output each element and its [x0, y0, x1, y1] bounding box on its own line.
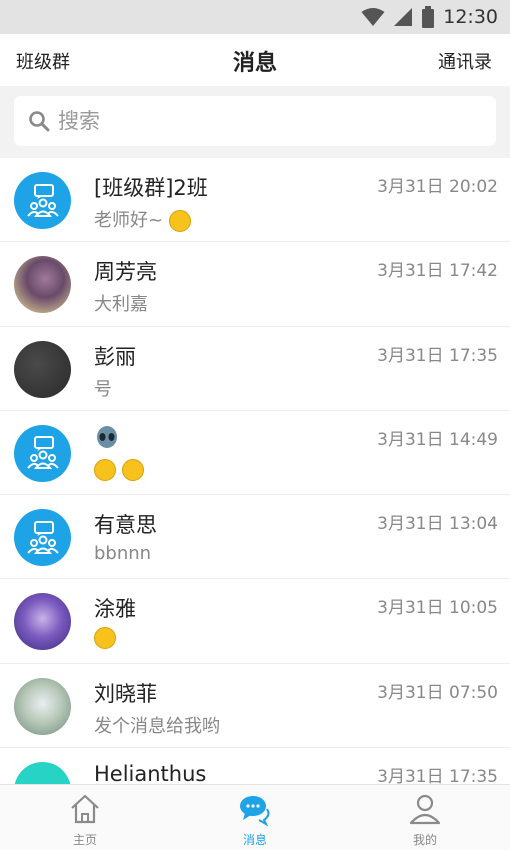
home-icon [71, 794, 99, 824]
conversation-time: 3月31日 13:04 [377, 514, 498, 535]
conversation-preview: bbnnn [94, 543, 152, 565]
group-avatar [14, 509, 71, 567]
conversation-preview: 发个消息给我哟 [94, 715, 220, 737]
grin-emoji-icon [168, 210, 191, 232]
tab-profile[interactable]: 我的 [340, 785, 510, 850]
cellular-signal-icon [394, 8, 413, 26]
battery-icon [422, 6, 435, 28]
conversation-item[interactable]: 刘晓菲 发个消息给我哟 3月31日 07:50 [0, 664, 510, 749]
conversation-name: 有意思 [94, 513, 157, 538]
conversation-preview: 老师好~ [94, 206, 191, 232]
group-chat-icon [26, 436, 59, 470]
search-input[interactable] [58, 109, 458, 133]
tab-profile-label: 我的 [412, 833, 437, 847]
search-area [0, 86, 510, 158]
dark-avatar [14, 340, 71, 398]
conversation-time: 3月31日 07:50 [377, 682, 498, 703]
conversation-item[interactable]: Helianthus 3月31日 17:35 [0, 748, 510, 784]
conversation-item[interactable]: 彭丽 号 3月31日 17:35 [0, 327, 510, 411]
contacts-link[interactable]: 通讯录 [438, 48, 492, 74]
photo-avatar [14, 256, 71, 314]
conversation-item[interactable]: 3月31日 14:49 [0, 411, 510, 496]
conversation-name [94, 425, 120, 451]
tab-messages[interactable]: 消息 [170, 785, 340, 850]
conversation-name: 周芳亮 [94, 260, 157, 285]
class-group-link[interactable]: 班级群 [16, 48, 70, 74]
page-title: 消息 [232, 51, 277, 76]
search-icon [26, 108, 52, 134]
chat-bubble-icon [240, 796, 270, 827]
conversation-list: [班级群]2班 老师好~ 3月31日 20:02 周芳亮 大利嘉 3月31日 1… [0, 158, 510, 784]
photo-avatar [14, 677, 71, 735]
conversation-time: 3月31日 14:49 [377, 429, 498, 450]
conversation-time: 3月31日 17:35 [377, 767, 498, 784]
conversation-preview: 大利嘉 [94, 294, 148, 316]
top-nav-bar: 班级群 消息 通讯录 [0, 34, 510, 86]
status-icons: 12:30 [361, 0, 498, 34]
tab-home[interactable]: 主页 [0, 785, 170, 850]
search-box[interactable] [14, 96, 496, 146]
conversation-preview [94, 627, 116, 650]
conversation-item[interactable]: [班级群]2班 老师好~ 3月31日 20:02 [0, 158, 510, 243]
conversation-item[interactable]: 涂雅 3月31日 10:05 [0, 579, 510, 664]
tab-home-label: 主页 [72, 833, 97, 847]
conversation-name: Helianthus [94, 762, 207, 784]
group-avatar [14, 424, 71, 482]
bottom-tab-bar: 主页 消息 我的 [0, 784, 510, 850]
tab-messages-label: 消息 [242, 833, 267, 847]
conversation-time: 3月31日 20:02 [377, 177, 498, 197]
conversation-time: 3月31日 17:35 [377, 345, 498, 366]
conversation-preview [94, 458, 144, 481]
conversation-name: 刘晓菲 [94, 681, 157, 706]
dizzy-emoji-icon [94, 458, 116, 481]
alien-emoji-icon [97, 425, 117, 448]
status-time: 12:30 [443, 6, 498, 28]
conversation-time: 3月31日 10:05 [377, 598, 498, 619]
conversation-name: 彭丽 [94, 344, 136, 369]
teal-avatar [14, 762, 71, 784]
photo-avatar [14, 593, 71, 651]
conversation-item[interactable]: 周芳亮 大利嘉 3月31日 17:42 [0, 242, 510, 327]
person-icon [409, 794, 441, 825]
group-chat-icon [26, 520, 59, 554]
wifi-icon [361, 8, 385, 26]
conversation-name: [班级群]2班 [94, 176, 208, 200]
conversation-item[interactable]: 有意思 bbnnn 3月31日 13:04 [0, 495, 510, 580]
status-bar: 12:30 [0, 0, 510, 34]
group-chat-icon [26, 183, 59, 217]
group-avatar [14, 172, 71, 229]
conversation-time: 3月31日 17:42 [377, 261, 498, 282]
conversation-preview: 号 [94, 378, 112, 400]
surprised-emoji-icon [94, 627, 116, 650]
conversation-name: 涂雅 [94, 597, 136, 622]
grin-emoji-icon [121, 458, 144, 481]
